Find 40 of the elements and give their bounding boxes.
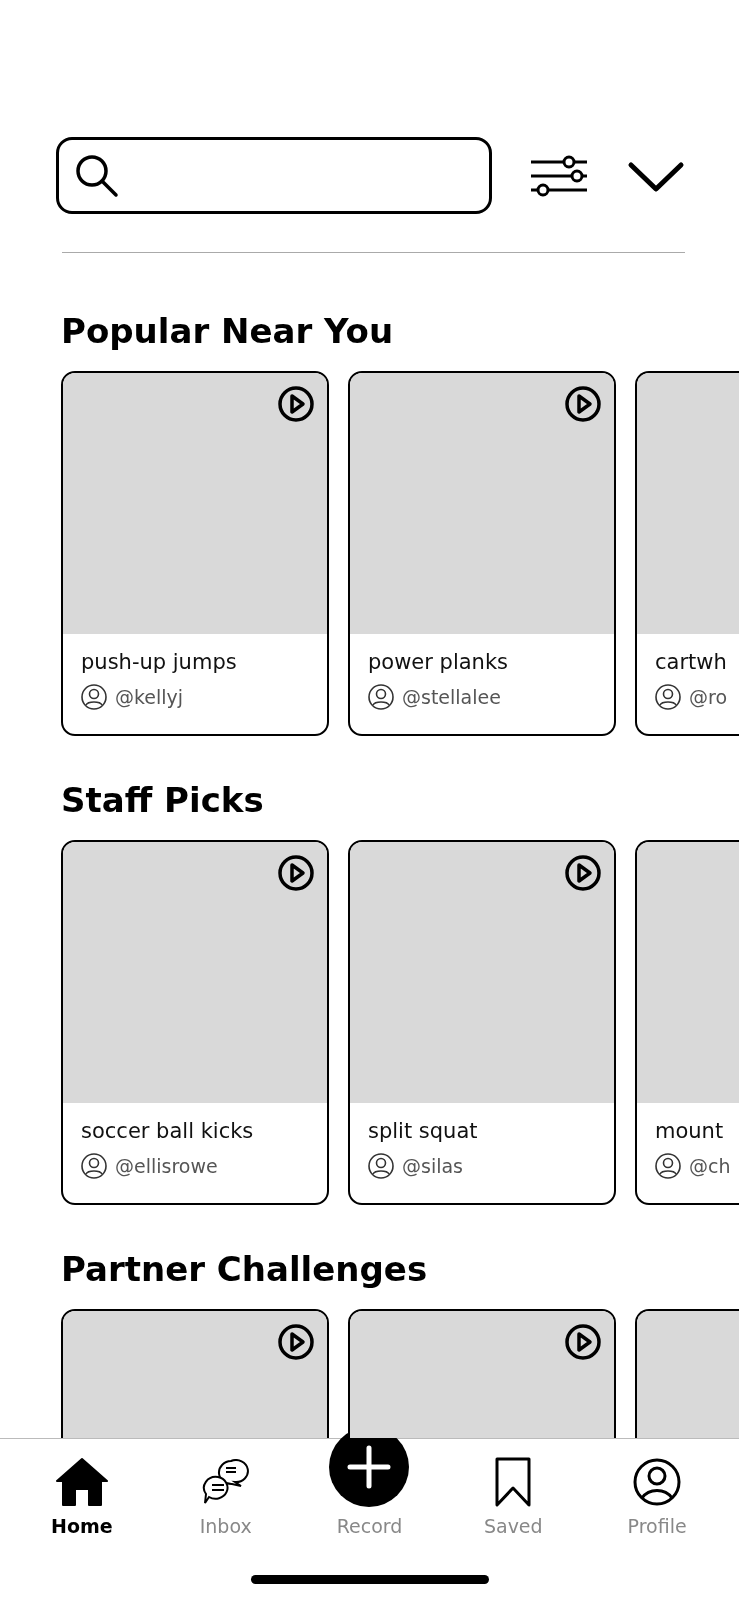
user-icon [81, 684, 107, 710]
username: @ellisrowe [115, 1155, 218, 1177]
nav-tab[interactable]: Inbox [165, 1439, 286, 1537]
video-card[interactable]: cartwh @ro [635, 371, 739, 736]
play-icon[interactable] [564, 854, 602, 892]
search-field[interactable] [56, 137, 492, 214]
play-icon[interactable] [277, 385, 315, 423]
video-card[interactable]: mount @ch [635, 840, 739, 1205]
play-icon[interactable] [564, 385, 602, 423]
username: @ch [689, 1155, 731, 1177]
username: @stellalee [402, 686, 501, 708]
video-card[interactable]: split squat @silas [348, 840, 616, 1205]
bookmark-icon [495, 1457, 532, 1507]
card-title: mount [655, 1118, 721, 1145]
video-card[interactable]: push-up jumps @kellyj [61, 371, 329, 736]
play-icon[interactable] [277, 854, 315, 892]
play-icon[interactable] [277, 1323, 315, 1361]
card-title: power planks [368, 649, 510, 676]
card-title: push-up jumps [81, 649, 238, 676]
user-icon [655, 1153, 681, 1179]
user-icon [81, 1153, 107, 1179]
nav-tab[interactable]: Profile [597, 1439, 718, 1537]
section-title: Partner Challenges [61, 1249, 429, 1289]
card-title: soccer ball kicks [81, 1118, 255, 1145]
profile-icon [632, 1457, 683, 1507]
video-card[interactable]: power planks @stellalee [348, 371, 616, 736]
user-icon [368, 1153, 394, 1179]
home-icon [54, 1457, 109, 1507]
user-icon [368, 684, 394, 710]
video-card[interactable]: soccer ball kicks @ellisrowe [61, 840, 329, 1205]
play-icon[interactable] [564, 1323, 602, 1361]
username: @kellyj [115, 686, 184, 708]
section-title: Staff Picks [61, 780, 265, 820]
nav-tab[interactable]: Home [21, 1439, 142, 1537]
section-title: Popular Near You [61, 311, 395, 351]
nav-tab[interactable]: Saved [453, 1439, 574, 1537]
user-icon [655, 684, 681, 710]
username: @ro [689, 686, 728, 708]
card-title: split squat [368, 1118, 479, 1145]
username: @silas [402, 1155, 463, 1177]
